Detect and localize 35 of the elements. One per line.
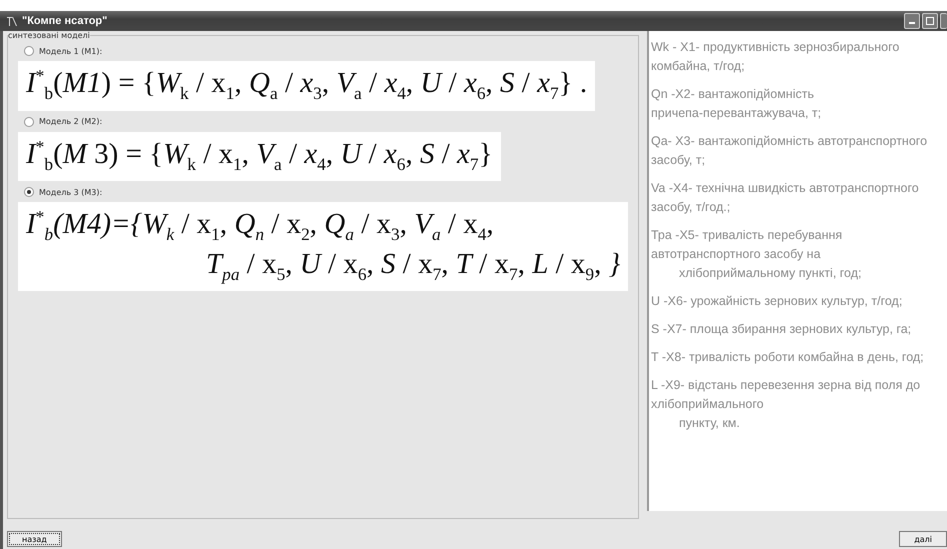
back-button[interactable]: назад	[7, 531, 62, 547]
description-line: Qn -X2- вантажопідйомність	[651, 86, 815, 103]
group-label: синтезовані моделі	[8, 31, 90, 40]
minimize-button[interactable]	[904, 13, 920, 29]
maximize-button[interactable]	[922, 13, 938, 29]
description-line: Тра -X5- тривалість перебування	[651, 227, 844, 244]
formula-image: I$^{*}$$_{b}$(M1) = {W$_{k}$ / x$_{1}$, Q$_{a}$ / x$_{3}$, V$_{a}$ / x$_{4}$, U / x$_{6}$, S / x$_{7}$} .	[18, 61, 596, 111]
description-line: L -X9- відстань перевезення зерна від поля до	[651, 377, 922, 394]
maximize-icon	[926, 17, 934, 25]
radio-button[interactable]	[24, 46, 34, 56]
window-title: "Компе нсатор"	[22, 15, 108, 27]
formula-image: I$^{*}$$_{b}$(M 3) = {W$_{k}$ / x$_{1}$, V$_{a}$ / x$_{4}$, U / x$_{6}$, S / x$_{7}$}	[18, 132, 500, 182]
description-line: причепа-перевантажувача, т;	[651, 105, 822, 122]
radio-label: Модель 1 (М1):	[39, 46, 102, 56]
description-line: U -X6- урожайність зернових культур, т/год;	[651, 293, 904, 310]
radio-label: Модель 3 (М3):	[39, 188, 102, 197]
description-line: пункту, км.	[678, 415, 741, 432]
next-button[interactable]: далі	[899, 531, 947, 547]
close-button[interactable]	[940, 13, 947, 29]
radio-button[interactable]	[24, 187, 34, 198]
description-line: S -X7- площа збирання зернових культур, га;	[651, 321, 912, 338]
app-icon	[6, 15, 18, 27]
description-line: хлібоприймального	[651, 396, 765, 413]
formula-image: I$^{*}$$_{b}$(M4)={W$_{k}$ / x$_{1}$, Q$_{n}$ / x$_{2}$, Q$_{a}$ / x$_{3}$, V$_{a}$ / x$_{4}$, T$_{pa}$ / x$_{5}$, U / x$_{6}$, S / x$_{7}$, T / x$_{7}$, L / x$_{9}$, }	[18, 202, 628, 292]
radio-label: Модель 2 (М2):	[39, 117, 102, 126]
description-line: Qa- X3- вантажопідйомність автотранспортного	[651, 133, 928, 150]
description-line: засобу, т/год.;	[651, 199, 732, 216]
description-line: Va -X4- технічна швидкість автотранспортного	[651, 180, 920, 197]
description-line: Wk - X1- продуктивність зернозбирального	[651, 39, 900, 56]
description-line: хлібоприймальному пункті, год;	[678, 265, 862, 282]
radio-button[interactable]	[24, 116, 34, 127]
description-line: автотранспортного засобу на	[651, 246, 822, 263]
description-line: засобу, т;	[651, 152, 706, 169]
description-line: комбайна, т/год;	[651, 58, 746, 75]
description-line: T -X8- тривалість роботи комбайна в день, год;	[651, 349, 925, 366]
